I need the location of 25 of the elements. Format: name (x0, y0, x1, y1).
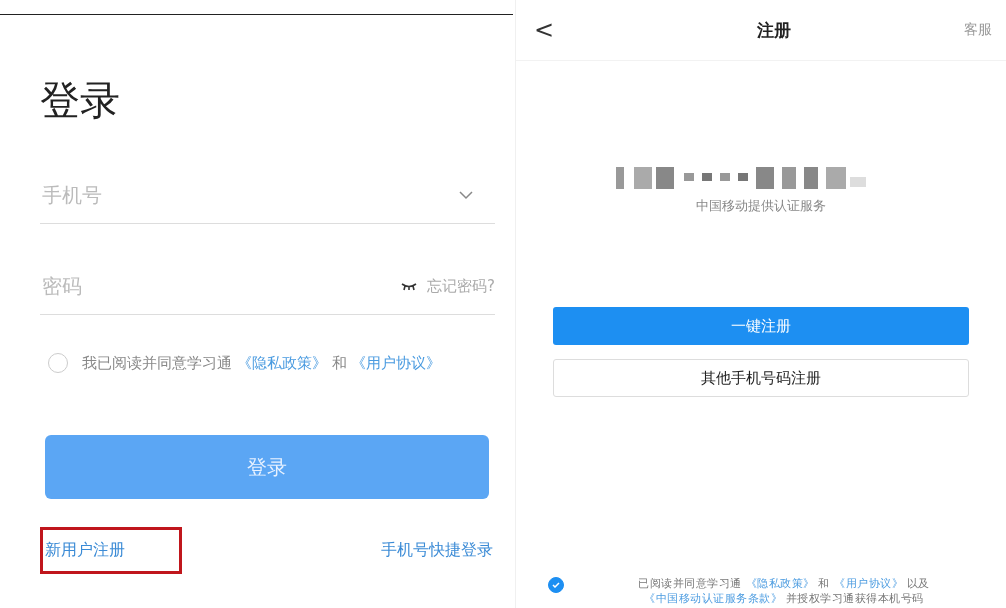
agree-radio[interactable] (48, 353, 68, 373)
agree-checkbox[interactable] (548, 577, 564, 593)
one-click-register-button[interactable]: 一键注册 (553, 307, 969, 345)
agreement-link[interactable]: 《用户协议》 (834, 577, 903, 590)
password-field[interactable]: 密码 (40, 273, 402, 299)
phone-field[interactable]: 手机号 (40, 182, 459, 208)
quick-login-link[interactable]: 手机号快捷登录 (381, 540, 493, 561)
chevron-down-icon[interactable] (459, 190, 473, 200)
agreement-text: 我已阅读并同意学习通 《隐私政策》 和 《用户协议》 (82, 353, 442, 373)
page-title: 登录 (40, 76, 121, 125)
customer-service-link[interactable]: 客服 (964, 21, 992, 39)
closed-eye-icon[interactable] (401, 281, 418, 291)
other-number-register-button[interactable]: 其他手机号码注册 (553, 359, 969, 397)
privacy-link[interactable]: 《隐私政策》 (236, 353, 327, 372)
provider-note: 中国移动提供认证服务 (696, 197, 826, 215)
register-link[interactable]: 新用户注册 (40, 527, 182, 574)
checkmark-icon (552, 582, 560, 588)
agreement-text: 已阅读并同意学习通 《隐私政策》 和 《用户协议》 以及 《中国移动认证服务条款》 并授权学习通获得本机号码 (637, 576, 931, 606)
terms-link[interactable]: 《用户协议》 (351, 353, 442, 372)
agreement-link[interactable]: 《隐私政策》 (745, 577, 815, 590)
forgot-password-link[interactable]: 忘记密码? (427, 276, 495, 296)
back-button[interactable]: < (534, 16, 555, 44)
header-title: 注册 (757, 18, 792, 42)
login-button[interactable]: 登录 (45, 435, 489, 499)
agreement-link[interactable]: 《中国移动认证服务条款》 (644, 592, 782, 605)
